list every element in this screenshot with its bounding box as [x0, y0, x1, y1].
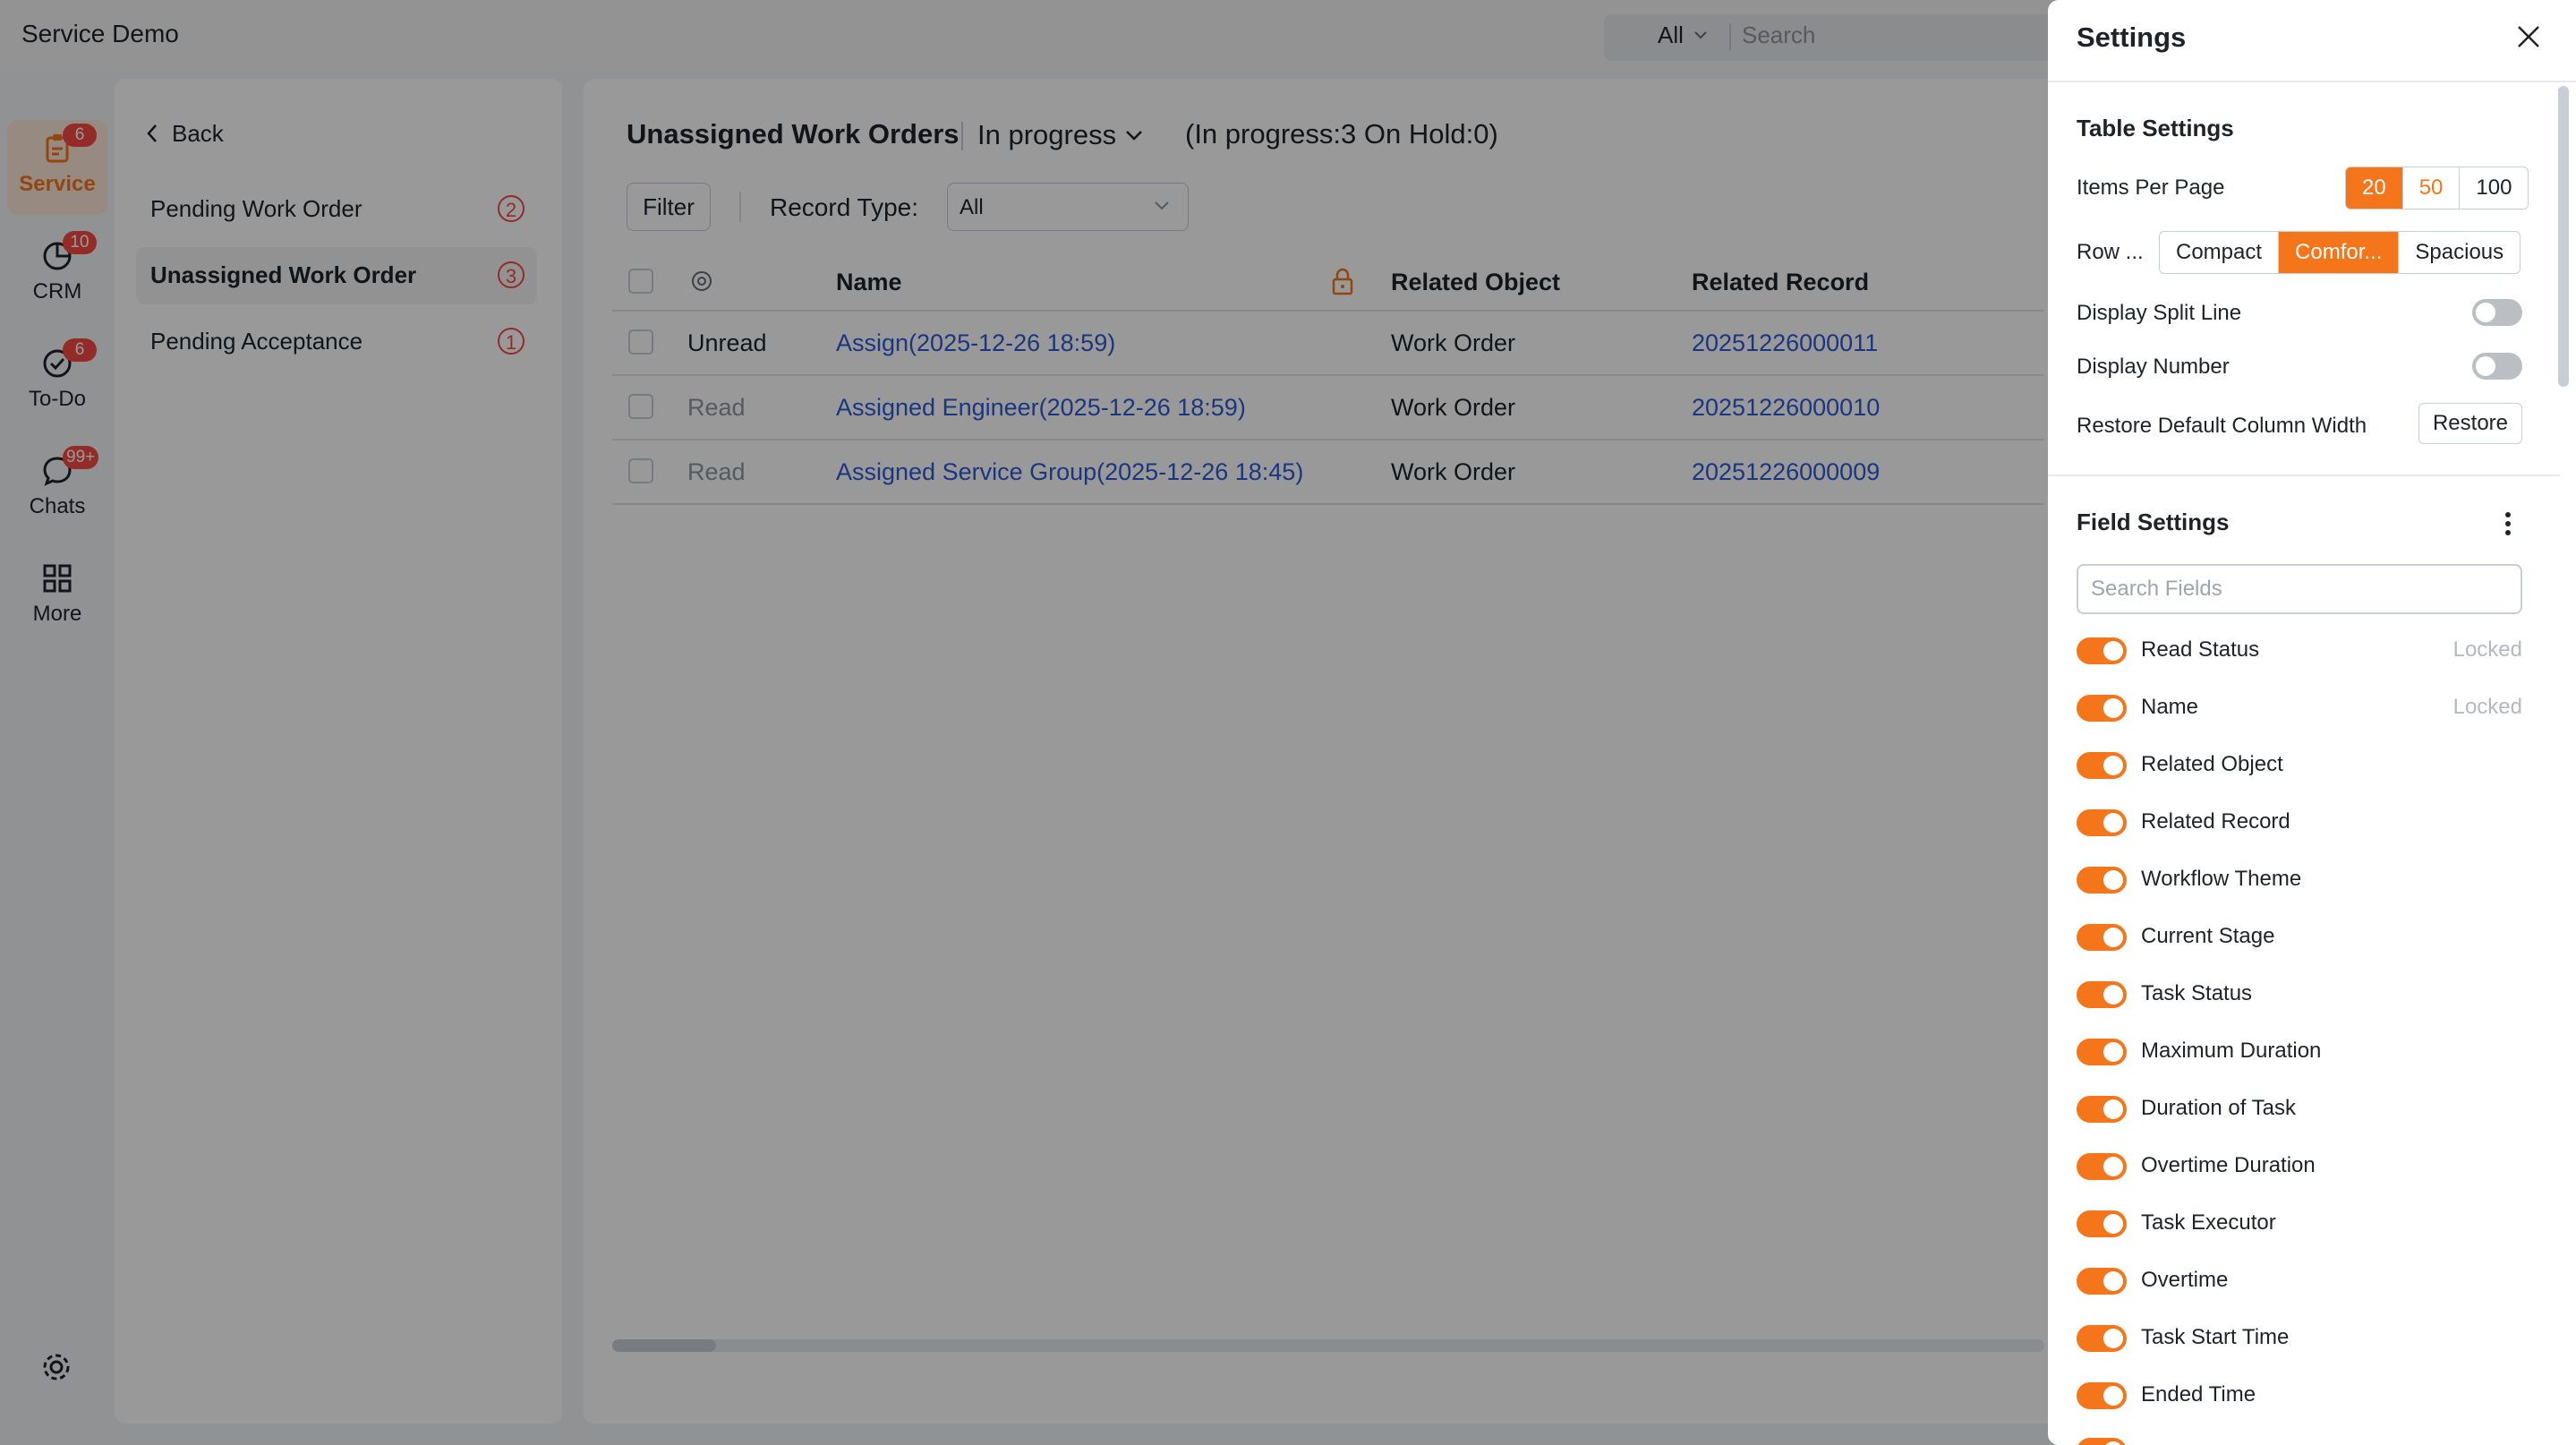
items-per-page-selector: 20 50 100: [2345, 167, 2529, 209]
display-number-label: Display Number: [2077, 355, 2230, 379]
field-toggle[interactable]: [2077, 1096, 2127, 1123]
page-size-option[interactable]: 100: [2459, 167, 2528, 209]
section-title-table-settings: Table Settings: [2077, 115, 2234, 141]
restore-button[interactable]: Restore: [2418, 403, 2522, 444]
more-vertical-icon[interactable]: [2503, 510, 2513, 537]
locked-label: Locked: [2452, 695, 2522, 719]
field-toggle[interactable]: [2077, 1268, 2127, 1295]
search-fields-placeholder: Search Fields: [2091, 577, 2222, 601]
field-toggle[interactable]: [2077, 1039, 2127, 1065]
field-name: Overtime Duration: [2141, 1153, 2316, 1177]
divider: [2048, 81, 2576, 82]
field-toggle[interactable]: [2077, 637, 2127, 664]
field-row: Duration of Task: [2077, 1090, 2522, 1126]
row-height-label: Row ...: [2077, 240, 2144, 264]
items-per-page-label: Items Per Page: [2077, 175, 2225, 200]
field-name: Read Status: [2141, 637, 2260, 662]
locked-label: Locked: [2452, 637, 2522, 662]
field-name: Ended Time: [2141, 1382, 2256, 1407]
restore-column-width-label: Restore Default Column Width: [2077, 414, 2367, 438]
field-row: Overtime: [2077, 1262, 2522, 1298]
field-row: Name Locked: [2077, 689, 2522, 725]
field-name: Overtime: [2141, 1268, 2229, 1292]
field-row: Read Status Locked: [2077, 632, 2522, 668]
field-toggle[interactable]: [2077, 1210, 2127, 1237]
row-height-option[interactable]: Comfor...: [2278, 232, 2399, 273]
field-toggle[interactable]: [2077, 695, 2127, 722]
field-name: Maximum Duration: [2141, 1039, 2322, 1063]
field-toggle[interactable]: [2077, 924, 2127, 951]
field-row: Current Stage: [2077, 919, 2522, 954]
field-row: Related Record: [2077, 804, 2522, 840]
field-row: Task Status: [2077, 976, 2522, 1012]
drawer-scrollbar[interactable]: [2558, 86, 2569, 387]
section-title-field-settings: Field Settings: [2077, 509, 2230, 535]
field-toggle[interactable]: [2077, 809, 2127, 836]
field-toggle[interactable]: [2077, 752, 2127, 779]
drawer-title: Settings: [2077, 21, 2187, 53]
field-row: Overtime Duration: [2077, 1148, 2522, 1184]
row-height-option[interactable]: Compact: [2160, 232, 2278, 273]
field-name: Related Object: [2141, 752, 2283, 776]
display-split-line-label: Display Split Line: [2077, 301, 2242, 325]
field-name: Name: [2141, 695, 2199, 719]
field-name: Task Executor: [2141, 1210, 2276, 1235]
field-row: Maximum Duration: [2077, 1033, 2522, 1069]
field-name: Task Start Time: [2141, 1325, 2290, 1349]
field-row: Related Object: [2077, 747, 2522, 782]
field-name: Task Status: [2141, 981, 2253, 1005]
field-name: Related Record: [2141, 809, 2290, 834]
divider: [2048, 475, 2560, 476]
field-row: Task Executor: [2077, 1205, 2522, 1241]
field-toggle[interactable]: [2077, 1382, 2127, 1409]
page-size-option[interactable]: 20: [2346, 167, 2402, 209]
field-row: [2077, 1432, 2522, 1445]
row-height-selector: Compact Comfor... Spacious: [2159, 231, 2521, 274]
field-name: Current Stage: [2141, 924, 2275, 948]
field-toggle[interactable]: [2077, 1438, 2127, 1445]
field-toggle[interactable]: [2077, 1153, 2127, 1180]
field-name: Duration of Task: [2141, 1096, 2296, 1120]
field-row: Workflow Theme: [2077, 861, 2522, 897]
display-number-toggle[interactable]: [2472, 353, 2522, 380]
page-size-option[interactable]: 50: [2401, 167, 2460, 209]
split-line-toggle[interactable]: [2472, 299, 2522, 326]
field-row: Task Start Time: [2077, 1320, 2522, 1355]
close-icon[interactable]: [2515, 23, 2542, 50]
field-toggle[interactable]: [2077, 867, 2127, 894]
field-toggle[interactable]: [2077, 1325, 2127, 1352]
field-name: Workflow Theme: [2141, 867, 2302, 891]
field-row: Ended Time: [2077, 1377, 2522, 1413]
row-height-option[interactable]: Spacious: [2398, 232, 2520, 273]
field-toggle[interactable]: [2077, 981, 2127, 1008]
